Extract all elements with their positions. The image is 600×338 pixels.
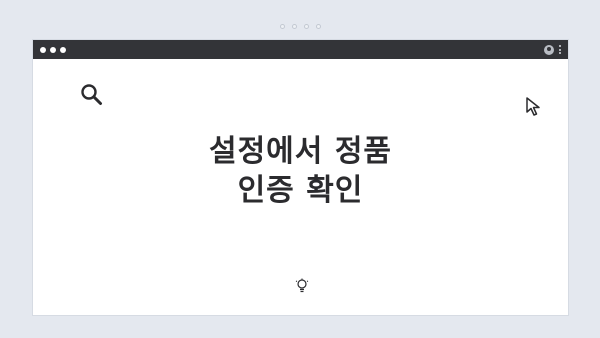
window-titlebar (33, 40, 568, 59)
cursor-arrow-icon (526, 97, 540, 116)
minimize-window-button[interactable] (50, 46, 56, 53)
pagination-dot[interactable] (315, 24, 321, 29)
page-canvas: 설정에서 정품 인증 확인 (0, 0, 600, 338)
lightbulb-icon (295, 278, 309, 293)
title-line-2: 인증 확인 (237, 173, 364, 208)
pagination-dot[interactable] (303, 24, 309, 29)
window-controls (40, 46, 66, 53)
pagination-dot[interactable] (291, 24, 297, 29)
close-window-button[interactable] (40, 46, 46, 53)
title-line-1: 설정에서 정품 (208, 134, 393, 169)
more-vertical-icon[interactable] (559, 45, 561, 54)
maximize-window-button[interactable] (60, 46, 66, 53)
user-icon[interactable] (544, 44, 554, 55)
titlebar-actions (544, 44, 561, 55)
browser-window: 설정에서 정품 인증 확인 (33, 40, 568, 315)
search-icon (81, 84, 102, 105)
pagination-dots (0, 24, 600, 29)
pagination-dot[interactable] (279, 24, 285, 29)
page-title: 설정에서 정품 인증 확인 (33, 132, 568, 210)
